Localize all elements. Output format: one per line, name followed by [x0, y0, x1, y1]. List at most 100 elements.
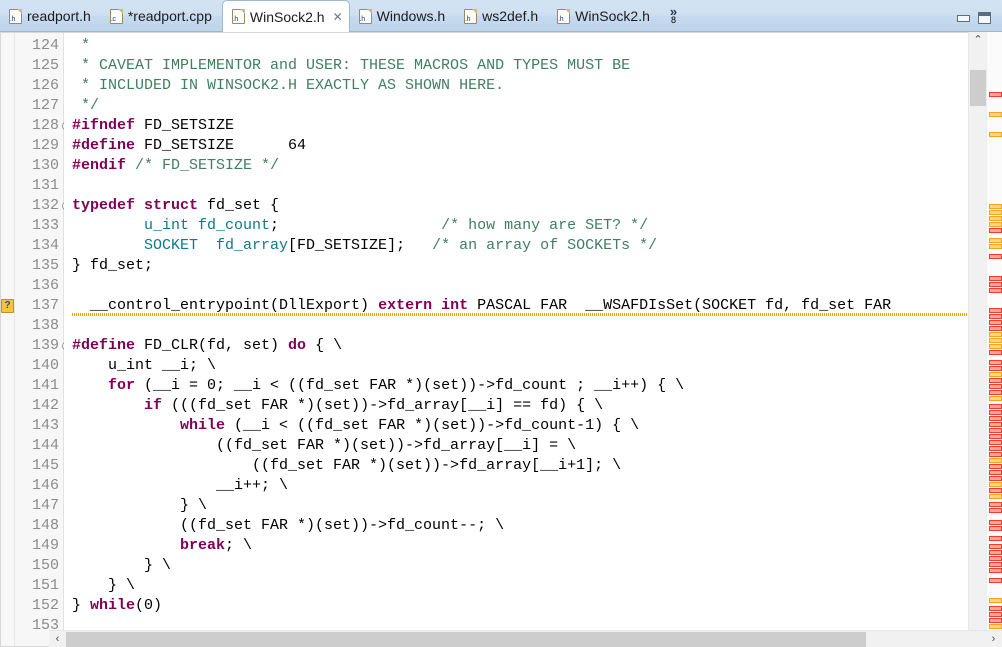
overview-ruler-mark-warning[interactable]	[989, 210, 1002, 215]
overview-ruler-mark-error[interactable]	[989, 568, 1002, 573]
overview-ruler-mark-error[interactable]	[989, 276, 1002, 281]
line-number: 142	[15, 396, 63, 416]
editor-tab-winsock2h[interactable]: .hWinSock2.h✕	[222, 0, 350, 32]
overview-ruler-mark-error[interactable]	[989, 282, 1002, 287]
minimize-icon[interactable]	[956, 12, 969, 24]
line-number: 134	[15, 236, 63, 256]
overview-ruler-mark-error[interactable]	[989, 612, 1002, 617]
overview-ruler-mark-error[interactable]	[989, 434, 1002, 439]
maximize-icon[interactable]	[978, 12, 991, 24]
overview-ruler-mark-error[interactable]	[989, 378, 1002, 383]
overview-ruler-mark-error[interactable]	[989, 536, 1002, 541]
overview-ruler-mark-error[interactable]	[989, 618, 1002, 623]
overview-ruler-mark-error[interactable]	[989, 556, 1002, 561]
overview-ruler-mark-error[interactable]	[989, 550, 1002, 555]
vertical-scrollbar[interactable]: ⌃ ⌄	[968, 32, 986, 647]
annotation-gutter[interactable]: ?	[0, 32, 15, 647]
editor-tab-readportcpp[interactable]: .c*readport.cpp	[101, 1, 222, 31]
overview-ruler-mark-error[interactable]	[989, 416, 1002, 421]
line-number-ruler: 1241251261271281291301311321331341351361…	[15, 32, 64, 647]
overview-ruler-mark-error[interactable]	[989, 288, 1002, 293]
overview-ruler-mark-error[interactable]	[989, 390, 1002, 395]
overview-ruler-mark-error[interactable]	[989, 384, 1002, 389]
tab-overflow-button[interactable]: » 8	[660, 1, 687, 31]
code-line: ((fd_set FAR *)(set))->fd_count--; \	[72, 516, 1002, 536]
overview-ruler-mark-error[interactable]	[989, 254, 1002, 259]
horizontal-scroll-thumb[interactable]	[66, 632, 866, 647]
code-token-tx	[72, 237, 144, 254]
overview-ruler-mark-warning[interactable]	[989, 624, 1002, 629]
code-token-tx	[126, 157, 135, 174]
eclipse-editor-window: .hreadport.h.c*readport.cpp .hWinSock2.h ✕…	[0, 0, 1002, 647]
overview-ruler-mark-error[interactable]	[989, 410, 1002, 415]
scroll-up-arrow-icon[interactable]: ⌃	[969, 32, 987, 49]
horizontal-scrollbar[interactable]: ‹ ›	[49, 630, 1002, 647]
overview-ruler-mark-error[interactable]	[989, 440, 1002, 445]
editor-tab-windowsh[interactable]: .hWindows.h	[350, 1, 455, 31]
overview-ruler-mark-error[interactable]	[989, 520, 1002, 525]
overview-ruler-mark-warning[interactable]	[989, 112, 1002, 117]
line-number: 130	[15, 156, 63, 176]
overview-ruler-mark-warning[interactable]	[989, 204, 1002, 209]
overview-ruler-mark-error[interactable]	[989, 320, 1002, 325]
overview-ruler-mark-error[interactable]	[989, 350, 1002, 355]
task-marker-icon[interactable]: ?	[1, 299, 14, 313]
overview-ruler-mark-error[interactable]	[989, 470, 1002, 475]
overview-ruler-mark-error[interactable]	[989, 526, 1002, 531]
overview-ruler-mark-error[interactable]	[989, 428, 1002, 433]
overview-ruler-mark-error[interactable]	[989, 314, 1002, 319]
close-icon[interactable]: ✕	[333, 11, 343, 23]
overview-ruler-mark-error[interactable]	[989, 488, 1002, 493]
overview-ruler-mark-warning[interactable]	[989, 244, 1002, 249]
code-line	[72, 276, 1002, 296]
overview-ruler-mark-error[interactable]	[989, 562, 1002, 567]
overview-ruler-mark-warning[interactable]	[989, 338, 1002, 343]
overview-ruler-mark-error[interactable]	[989, 578, 1002, 583]
line-number: 143	[15, 416, 63, 436]
overview-ruler-mark-warning[interactable]	[989, 132, 1002, 137]
overview-ruler-mark-error[interactable]	[989, 476, 1002, 481]
overview-ruler-mark-error[interactable]	[989, 308, 1002, 313]
overview-ruler-mark-warning[interactable]	[989, 372, 1002, 377]
code-line: #ifndef FD_SETSIZE	[72, 116, 1002, 136]
overview-ruler-mark-error[interactable]	[989, 464, 1002, 469]
overview-ruler[interactable]	[986, 32, 1002, 647]
overview-ruler-mark-warning[interactable]	[989, 222, 1002, 227]
overview-ruler-mark-error[interactable]	[989, 92, 1002, 97]
overview-ruler-mark-error[interactable]	[989, 452, 1002, 457]
scroll-right-arrow-icon[interactable]: ›	[985, 631, 1002, 647]
overview-ruler-mark-warning[interactable]	[989, 494, 1002, 499]
overview-ruler-mark-error[interactable]	[989, 422, 1002, 427]
code-line: ((fd_set FAR *)(set))->fd_array[__i] = \	[72, 436, 1002, 456]
code-token-kw: while	[180, 417, 225, 434]
overview-ruler-mark-error[interactable]	[989, 502, 1002, 507]
overview-ruler-mark-error[interactable]	[989, 404, 1002, 409]
overview-ruler-mark-warning[interactable]	[989, 396, 1002, 401]
code-token-tx	[72, 417, 180, 434]
overview-ruler-mark-error[interactable]	[989, 360, 1002, 365]
overview-ruler-mark-error[interactable]	[989, 326, 1002, 331]
overview-ruler-mark-warning[interactable]	[989, 482, 1002, 487]
editor-tab-ws2defh[interactable]: .hws2def.h	[455, 1, 548, 31]
scroll-left-arrow-icon[interactable]: ‹	[49, 631, 66, 647]
vertical-scroll-thumb[interactable]	[970, 70, 986, 106]
overview-ruler-mark-error[interactable]	[989, 606, 1002, 611]
overview-ruler-mark-warning[interactable]	[989, 332, 1002, 337]
overview-ruler-mark-error[interactable]	[989, 228, 1002, 233]
overview-ruler-mark-error[interactable]	[989, 366, 1002, 371]
overview-ruler-mark-warning[interactable]	[989, 238, 1002, 243]
overview-ruler-mark-error[interactable]	[989, 508, 1002, 513]
editor-tab-winsock2h[interactable]: .hWinSock2.h	[548, 1, 660, 31]
code-token-pp: #define	[72, 337, 135, 354]
overview-ruler-mark-error[interactable]	[989, 544, 1002, 549]
overview-ruler-mark-warning[interactable]	[989, 344, 1002, 349]
code-line: } \	[72, 576, 1002, 596]
overview-ruler-mark-error[interactable]	[989, 446, 1002, 451]
overview-ruler-mark-warning[interactable]	[989, 458, 1002, 463]
editor-tab-label: WinSock2.h	[250, 9, 325, 25]
editor-tab-readporth[interactable]: .hreadport.h	[0, 1, 101, 31]
code-text-area[interactable]: * * CAVEAT IMPLEMENTOR and USER: THESE M…	[64, 32, 1002, 647]
overview-ruler-mark-warning[interactable]	[989, 598, 1002, 603]
overview-ruler-mark-warning[interactable]	[989, 216, 1002, 221]
line-number: 129	[15, 136, 63, 156]
